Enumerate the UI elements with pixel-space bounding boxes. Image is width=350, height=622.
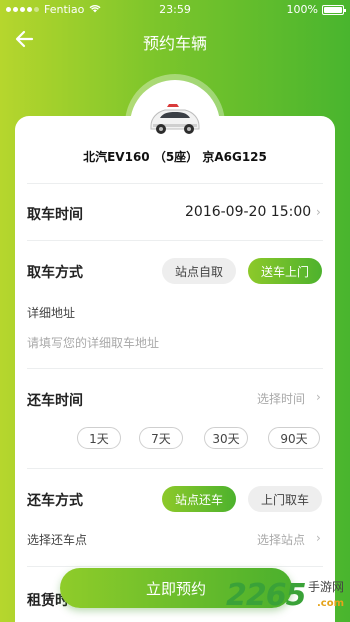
pickup-option-delivery[interactable]: 送车上门 [248,258,322,284]
pickup-method-label: 取车方式 [27,265,83,281]
status-right: 100% [286,3,346,16]
day-option-30[interactable]: 30天 [204,427,248,449]
address-label: 详细地址 [27,306,76,320]
watermark-logo: 2265 手游网 .com [226,572,346,622]
watermark-brand: 2265 [226,578,306,613]
pickup-time-label: 取车时间 [27,207,83,223]
return-station-picker[interactable]: 选择站点 [257,531,305,548]
return-time-label: 还车时间 [27,393,83,409]
nav-header: 预约车辆 [0,22,350,58]
chevron-right-icon[interactable]: › [316,390,321,404]
return-method-label: 还车方式 [27,493,83,509]
day-option-7[interactable]: 7天 [139,427,183,449]
return-time-picker[interactable]: 选择时间 [257,390,305,407]
watermark-site: 手游网 [307,580,344,594]
battery-icon [322,4,346,15]
car-icon [145,98,205,138]
divider [27,240,323,241]
pickup-time-value[interactable]: 2016-09-20 15:00 [185,204,311,220]
car-name: 北汽EV160 （5座） 京A6G125 [83,150,267,164]
return-option-pickup[interactable]: 上门取车 [248,486,322,512]
divider [27,566,323,567]
chevron-right-icon[interactable]: › [316,531,321,545]
day-option-1[interactable]: 1天 [77,427,121,449]
divider [27,368,323,369]
return-option-station[interactable]: 站点还车 [162,486,236,512]
page-title: 预约车辆 [142,34,207,53]
status-bar: Fentiao 23:59 100% [0,0,350,20]
watermark-url: .com [316,598,344,609]
address-input[interactable]: 请填写您的详细取车地址 [27,334,159,351]
divider [27,468,323,469]
return-station-label: 选择还车点 [27,533,88,547]
pickup-option-station[interactable]: 站点自取 [162,258,236,284]
divider [27,183,323,184]
chevron-right-icon[interactable]: › [316,205,321,219]
battery-percent: 100% [286,3,318,16]
day-option-90[interactable]: 90天 [268,427,320,449]
